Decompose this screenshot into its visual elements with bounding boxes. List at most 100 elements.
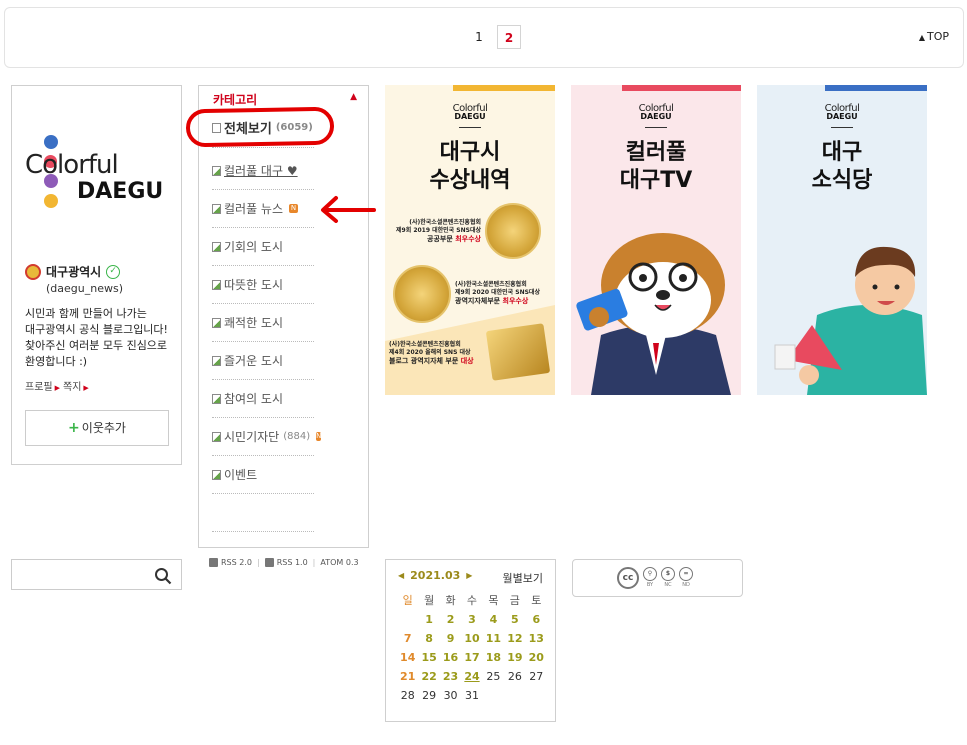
verified-check-icon: ✓: [106, 264, 121, 279]
calendar-day: 31: [464, 689, 479, 702]
banner-title: 대구시 수상내역: [429, 140, 511, 193]
banner-logo: Colorful DAEGU: [757, 100, 927, 128]
category-item[interactable]: 이벤트: [212, 456, 314, 494]
calendar-day[interactable]: 2: [440, 612, 461, 628]
category-item[interactable]: 기회의 도시: [212, 228, 314, 266]
calendar-day[interactable]: 17: [461, 650, 482, 666]
post-icon: [212, 393, 221, 404]
cc-license-badge[interactable]: cc ⚲ BY $ NC = ND: [572, 559, 743, 597]
post-icon: [212, 279, 221, 290]
rss2-link[interactable]: RSS 2.0: [221, 558, 252, 567]
calendar-day[interactable]: 6: [526, 612, 547, 628]
calendar-header: ◀ 2021.03 ▶: [398, 569, 472, 582]
banner-logo: Colorful DAEGU: [385, 100, 555, 128]
calendar-day[interactable]: 18: [483, 650, 504, 666]
calendar-weekday: 일: [402, 594, 413, 607]
calendar-day[interactable]: 21: [397, 669, 418, 685]
logo-dot-blue: [44, 135, 58, 149]
atom-link[interactable]: ATOM 0.3: [320, 558, 358, 567]
calendar-day[interactable]: 16: [440, 650, 461, 666]
calendar-day[interactable]: 13: [526, 631, 547, 647]
collapse-caret-icon[interactable]: ▲: [350, 92, 357, 102]
owner-name: 대구광역시: [46, 265, 102, 279]
calendar-day[interactable]: 12: [504, 631, 525, 647]
banner-top-bar: [757, 85, 927, 91]
calendar-day[interactable]: 7: [397, 631, 418, 647]
up-triangle-icon: ▲: [918, 33, 925, 42]
add-neighbor-button[interactable]: + 이웃추가: [25, 410, 169, 446]
calendar-day[interactable]: 14: [397, 650, 418, 666]
calendar-day[interactable]: 15: [418, 650, 439, 666]
calendar-day[interactable]: 24: [461, 669, 482, 685]
page-link-1[interactable]: 1: [467, 25, 491, 49]
calendar-grid: 일 월 화 수 목 금 토 1 2 3 4 5 6 7 8 9 10 11 12 13 14 15 16 17 18 19 20 21…: [397, 593, 547, 704]
cc-icon: cc: [617, 567, 639, 589]
cc-icons: cc ⚲ BY $ NC = ND: [617, 567, 693, 589]
new-badge: N: [316, 432, 322, 441]
calendar-month: 2021.03: [410, 569, 461, 582]
note-link[interactable]: 쪽지: [63, 382, 81, 393]
arrow-right-icon: ▶: [83, 384, 89, 392]
calendar-day[interactable]: 22: [418, 669, 439, 685]
post-icon: [212, 317, 221, 328]
calendar-day: 26: [507, 670, 522, 683]
month-view-link[interactable]: 월별보기: [503, 570, 543, 586]
logo-word-colorful: Colorful: [25, 150, 119, 180]
blog-owner[interactable]: 대구광역시 ✓: [25, 263, 121, 280]
calendar-day[interactable]: 11: [483, 631, 504, 647]
logo-word-daegu: DAEGU: [77, 179, 164, 204]
calendar-day[interactable]: 10: [461, 631, 482, 647]
calendar-day[interactable]: 4: [483, 612, 504, 628]
rss-icon: [264, 558, 274, 567]
calendar-day[interactable]: 19: [504, 650, 525, 666]
blog-intro: 시민과 함께 만들어 나가는 대구광역시 공식 블로그입니다! 찾아주신 여러분…: [25, 307, 168, 368]
otter-mascot-icon: [576, 233, 731, 395]
megaphone-person-icon: [774, 246, 927, 395]
rss-links: RSS 2.0 | RSS 1.0 | ATOM 0.3: [209, 558, 359, 567]
calendar-weekday: 토: [531, 594, 542, 607]
category-item[interactable]: 참여의 도시: [212, 380, 314, 418]
rss1-link[interactable]: RSS 1.0: [277, 558, 308, 567]
post-icon: [212, 203, 221, 214]
category-item[interactable]: 컬러풀 대구 ♥: [212, 152, 314, 190]
calendar-day[interactable]: 23: [440, 669, 461, 685]
rss-icon: [209, 558, 218, 567]
calendar-day[interactable]: 3: [461, 612, 482, 628]
calendar-day[interactable]: 5: [504, 612, 525, 628]
new-badge: N: [289, 204, 299, 213]
banner-logo: Colorful DAEGU: [571, 100, 741, 128]
top-link[interactable]: ▲ TOP: [919, 30, 949, 43]
pager: 1 2: [467, 25, 521, 49]
calendar-day[interactable]: 8: [418, 631, 439, 647]
award-medal-icon: [393, 265, 451, 323]
post-icon: [212, 469, 221, 480]
category-item[interactable]: 쾌적한 도시: [212, 304, 314, 342]
category-item[interactable]: 컬러풀 뉴스 N: [212, 190, 314, 228]
separator: |: [256, 558, 260, 567]
calendar-day: 25: [486, 670, 501, 683]
plus-icon: +: [68, 420, 80, 436]
prev-month-icon[interactable]: ◀: [398, 571, 404, 580]
calendar-day[interactable]: 1: [418, 612, 439, 628]
category-item[interactable]: 따뜻한 도시: [212, 266, 314, 304]
next-month-icon[interactable]: ▶: [466, 571, 472, 580]
calendar-day[interactable]: 9: [440, 631, 461, 647]
banner-daegu-news[interactable]: Colorful DAEGU 대구 소식당: [757, 85, 927, 395]
category-item[interactable]: 즐거운 도시: [212, 342, 314, 380]
award-3: (사)한국소셜콘텐츠진흥협회 제4회 2020 올해의 SNS 대상 블로그 광…: [389, 341, 474, 365]
category-item[interactable]: 시민기자단 (884) N: [212, 418, 322, 456]
calendar-empty-cell: [397, 612, 418, 628]
banner-daegu-tv[interactable]: Colorful DAEGU 컬러풀 대구TV: [571, 85, 741, 395]
calendar-weekday: 월: [424, 594, 435, 607]
calendar-widget: ◀ 2021.03 ▶ 월별보기 일 월 화 수 목 금 토 1 2 3 4 5 6 7 8 9 10 11 12 1…: [385, 559, 556, 722]
search-icon[interactable]: [154, 567, 172, 585]
calendar-day[interactable]: 20: [526, 650, 547, 666]
search-box[interactable]: [11, 559, 182, 590]
category-title: 카테고리: [213, 93, 258, 107]
page-link-2-current[interactable]: 2: [497, 25, 521, 49]
calendar-day: 30: [443, 689, 458, 702]
colorful-daegu-logo: Colorful DAEGU: [22, 132, 172, 212]
profile-link[interactable]: 프로필: [25, 382, 53, 393]
banner-awards[interactable]: Colorful DAEGU 대구시 수상내역 (사)한국소셜콘텐츠진흥협회 제…: [385, 85, 555, 395]
post-icon: [212, 241, 221, 252]
